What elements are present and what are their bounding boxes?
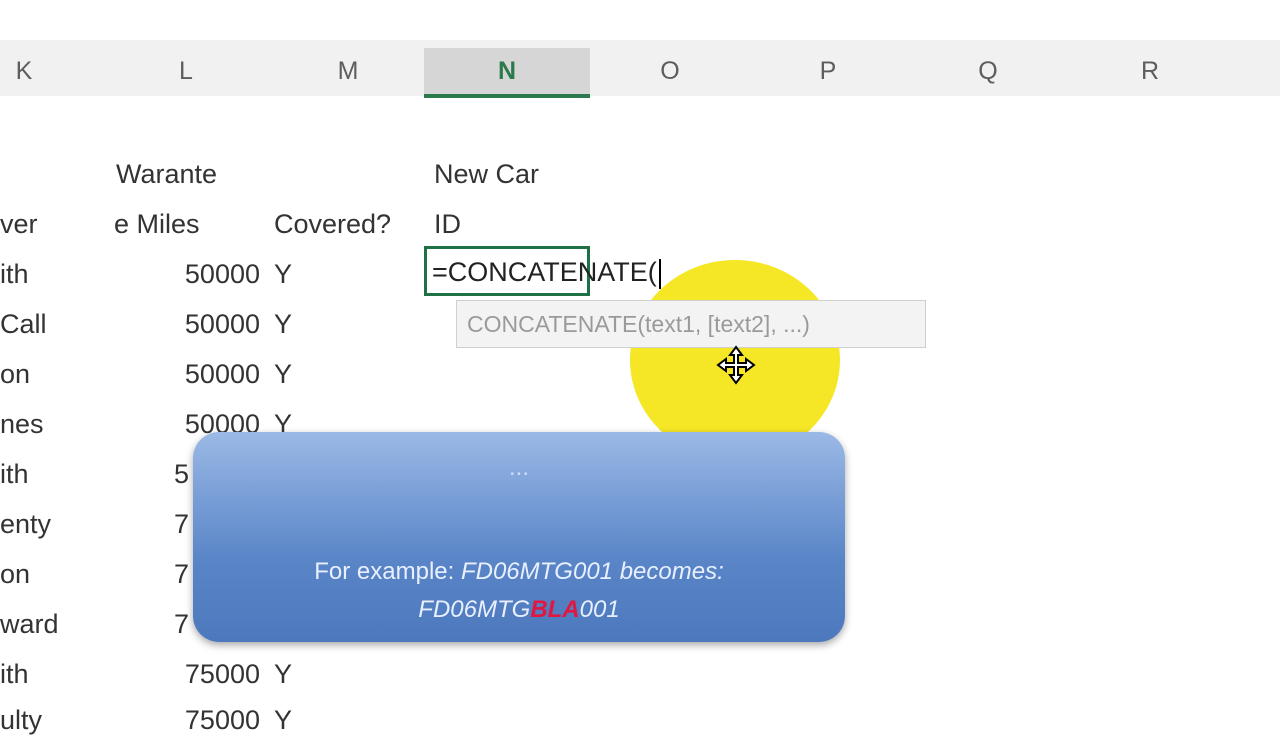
cell-miles[interactable]: 5: [174, 454, 189, 494]
callout-example-code: FD06MTG001 becomes:: [460, 558, 724, 585]
cell-miles[interactable]: 7: [174, 604, 189, 644]
cell-miles[interactable]: 50000: [100, 354, 260, 394]
callout-line-2: For example: FD06MTG001 becomes:: [193, 554, 845, 590]
column-header-l[interactable]: L: [106, 48, 266, 94]
instruction-callout: ... For example: FD06MTG001 becomes: FD0…: [193, 432, 845, 642]
callout-line-3: FD06MTGBLA001: [193, 592, 845, 628]
header-covered[interactable]: Covered?: [274, 204, 391, 244]
cell-name[interactable]: on: [0, 354, 30, 394]
cell-name[interactable]: on: [0, 554, 30, 594]
cell-covered[interactable]: Y: [274, 304, 292, 344]
column-header-k[interactable]: K: [0, 48, 104, 94]
formula-entry[interactable]: =CONCATENATE(: [432, 252, 661, 292]
callout-example-prefix: For example:: [314, 558, 461, 585]
column-header-p[interactable]: P: [748, 48, 908, 94]
header-driver[interactable]: ver: [0, 204, 38, 244]
column-header-m[interactable]: M: [268, 48, 428, 94]
column-header-q[interactable]: Q: [908, 48, 1068, 94]
cell-covered[interactable]: Y: [274, 700, 292, 740]
cell-covered[interactable]: Y: [274, 354, 292, 394]
cell-miles[interactable]: 75000: [100, 654, 260, 694]
cell-miles[interactable]: 50000: [100, 304, 260, 344]
cell-name[interactable]: nes: [0, 404, 44, 444]
function-tooltip: CONCATENATE(text1, [text2], ...): [456, 300, 926, 348]
cell-name[interactable]: ith: [0, 654, 29, 694]
cell-name[interactable]: ith: [0, 254, 29, 294]
cell-miles[interactable]: 75000: [100, 700, 260, 740]
header-id[interactable]: ID: [434, 204, 461, 244]
formula-text: =CONCATENATE(: [432, 257, 657, 287]
cell-name[interactable]: ward: [0, 604, 59, 644]
cell-name[interactable]: enty: [0, 504, 51, 544]
header-miles[interactable]: e Miles: [114, 204, 200, 244]
column-header-o[interactable]: O: [590, 48, 750, 94]
header-new-car[interactable]: New Car: [434, 154, 539, 194]
example-part-a: FD06MTG: [418, 596, 531, 623]
column-header-r[interactable]: R: [1070, 48, 1230, 94]
callout-line-1: ...: [508, 454, 529, 481]
column-header-n[interactable]: N: [424, 48, 590, 98]
cell-covered[interactable]: Y: [274, 654, 292, 694]
move-cursor-icon: [716, 345, 756, 385]
cell-name[interactable]: ith: [0, 454, 29, 494]
header-warante[interactable]: Warante: [116, 154, 217, 194]
example-part-c: 001: [579, 596, 620, 623]
example-part-b: BLA: [530, 596, 580, 623]
cell-miles[interactable]: 7: [174, 554, 189, 594]
text-caret: [658, 258, 661, 289]
cell-name[interactable]: Call: [0, 304, 47, 344]
cell-miles[interactable]: 7: [174, 504, 189, 544]
cell-covered[interactable]: Y: [274, 254, 292, 294]
cell-miles[interactable]: 50000: [100, 254, 260, 294]
cell-name[interactable]: ulty: [0, 700, 42, 740]
